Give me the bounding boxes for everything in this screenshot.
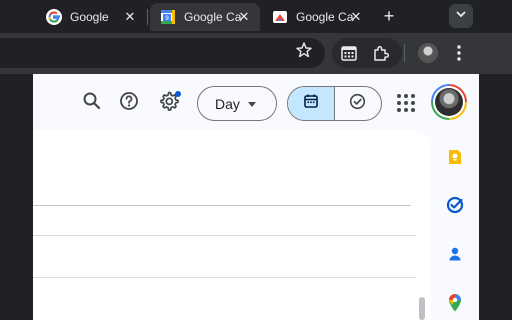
side-panel [431,130,479,320]
profile-avatar[interactable] [418,43,438,63]
close-tab-icon[interactable]: ✕ [348,9,364,25]
google-g-icon [46,9,62,25]
grid-line [33,205,411,206]
address-bar[interactable] [0,38,325,68]
tasks-view-toggle[interactable] [335,87,382,120]
extensions-group [332,38,402,68]
help-icon [119,91,139,116]
view-switcher-label: Day [215,95,240,112]
calendar-page: Day [33,74,479,320]
close-tab-icon[interactable]: ✕ [236,9,252,25]
keep-icon[interactable] [443,145,467,169]
help-button[interactable] [115,89,143,117]
dropdown-caret-icon [248,102,256,107]
google-slides-icon [272,9,288,25]
browser-toolbar [0,33,512,74]
tab-separator [147,9,148,25]
google-apps-icon[interactable] [397,94,415,112]
bookmark-star-icon[interactable] [295,41,313,59]
close-tab-icon[interactable]: ✕ [122,9,138,25]
google-calendar-icon: 9 [160,9,176,25]
grid-line [33,235,416,236]
window-right-edge [479,74,512,320]
maps-icon[interactable] [443,291,467,315]
extensions-puzzle-icon[interactable] [371,43,391,63]
contacts-icon[interactable] [443,242,467,266]
day-grid[interactable] [33,130,431,320]
more-menu-icon[interactable] [452,43,466,63]
scrollbar-thumb[interactable] [419,297,425,320]
search-icon [82,91,102,116]
calendar-extension-icon[interactable] [339,43,359,63]
view-switcher-dropdown[interactable]: Day [197,86,277,121]
tab-title: Google [70,10,109,24]
tab-search-button[interactable] [449,4,473,28]
calendar-tasks-toggle [287,86,382,121]
account-avatar[interactable] [431,84,467,120]
notification-dot [175,91,181,97]
search-button[interactable] [78,89,106,117]
settings-button[interactable] [155,89,183,117]
grid-line [33,277,416,278]
calendar-icon [303,93,319,114]
new-tab-button[interactable]: + [379,6,399,26]
tab-strip: Google ✕ 9 Google Ca ✕ Google Ca ✕ + [0,0,512,33]
tab-google-calendar[interactable]: 9 Google Ca ✕ [150,3,260,31]
check-circle-icon [349,93,366,115]
chevron-down-icon [455,7,467,25]
toolbar-separator [404,44,405,62]
calendar-view-toggle[interactable] [288,87,335,120]
tab-google[interactable]: Google ✕ [36,3,146,31]
tasks-icon[interactable] [443,193,467,217]
tab-google-calendar-2[interactable]: Google Ca ✕ [262,3,372,31]
window-left-edge [0,74,33,320]
